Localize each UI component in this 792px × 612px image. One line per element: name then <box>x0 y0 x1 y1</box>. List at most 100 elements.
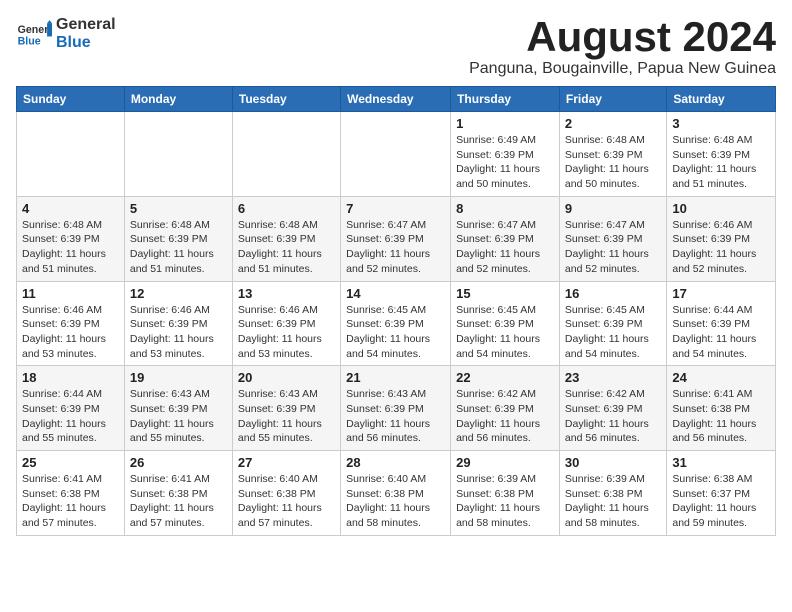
day-info: Sunrise: 6:43 AMSunset: 6:39 PMDaylight:… <box>238 387 335 446</box>
day-info: Sunrise: 6:48 AMSunset: 6:39 PMDaylight:… <box>22 218 119 277</box>
day-number: 10 <box>672 201 770 216</box>
day-info: Sunrise: 6:40 AMSunset: 6:38 PMDaylight:… <box>238 472 335 531</box>
day-number: 26 <box>130 455 227 470</box>
calendar-week-row: 25 Sunrise: 6:41 AMSunset: 6:38 PMDayligh… <box>17 451 776 536</box>
calendar-header-row: SundayMondayTuesdayWednesdayThursdayFrid… <box>17 87 776 112</box>
calendar-cell: 31 Sunrise: 6:38 AMSunset: 6:37 PMDayligh… <box>667 451 776 536</box>
day-header-monday: Monday <box>124 87 232 112</box>
calendar-cell: 27Sunrise: 6:40 AMSunset: 6:38 PMDayligh… <box>232 451 340 536</box>
calendar-cell: 1 Sunrise: 6:49 AMSunset: 6:39 PMDaylight… <box>451 112 560 197</box>
day-info: Sunrise: 6:49 AMSunset: 6:39 PMDaylight:… <box>456 133 554 192</box>
day-number: 23 <box>565 370 661 385</box>
day-info: Sunrise: 6:44 AMSunset: 6:39 PMDaylight:… <box>22 387 119 446</box>
calendar-cell: 28 Sunrise: 6:40 AMSunset: 6:38 PMDayligh… <box>341 451 451 536</box>
day-number: 6 <box>238 201 335 216</box>
calendar-cell: 7 Sunrise: 6:47 AMSunset: 6:39 PMDaylight… <box>341 196 451 281</box>
location: Panguna, Bougainville, Papua New Guinea <box>469 60 776 78</box>
calendar-cell: 10 Sunrise: 6:46 AMSunset: 6:39 PMDayligh… <box>667 196 776 281</box>
day-header-wednesday: Wednesday <box>341 87 451 112</box>
day-info: Sunrise: 6:46 AMSunset: 6:39 PMDaylight:… <box>130 303 227 362</box>
day-number: 13 <box>238 286 335 301</box>
logo-icon: General Blue <box>16 20 52 48</box>
day-number: 2 <box>565 116 661 131</box>
calendar-cell: 16 Sunrise: 6:45 AMSunset: 6:39 PMDayligh… <box>559 281 666 366</box>
day-number: 29 <box>456 455 554 470</box>
calendar-cell <box>341 112 451 197</box>
day-info: Sunrise: 6:38 AMSunset: 6:37 PMDaylight:… <box>672 472 770 531</box>
day-number: 24 <box>672 370 770 385</box>
day-number: 30 <box>565 455 661 470</box>
calendar-cell: 14Sunrise: 6:45 AMSunset: 6:39 PMDayligh… <box>341 281 451 366</box>
day-number: 5 <box>130 201 227 216</box>
day-info: Sunrise: 6:41 AMSunset: 6:38 PMDaylight:… <box>672 387 770 446</box>
day-info: Sunrise: 6:47 AMSunset: 6:39 PMDaylight:… <box>565 218 661 277</box>
calendar-cell: 3 Sunrise: 6:48 AMSunset: 6:39 PMDaylight… <box>667 112 776 197</box>
calendar-cell: 24 Sunrise: 6:41 AMSunset: 6:38 PMDayligh… <box>667 366 776 451</box>
calendar-table: SundayMondayTuesdayWednesdayThursdayFrid… <box>16 86 776 536</box>
day-info: Sunrise: 6:39 AMSunset: 6:38 PMDaylight:… <box>456 472 554 531</box>
day-info: Sunrise: 6:45 AMSunset: 6:39 PMDaylight:… <box>565 303 661 362</box>
calendar-week-row: 11 Sunrise: 6:46 AMSunset: 6:39 PMDayligh… <box>17 281 776 366</box>
calendar-cell: 13 Sunrise: 6:46 AMSunset: 6:39 PMDayligh… <box>232 281 340 366</box>
day-info: Sunrise: 6:44 AMSunset: 6:39 PMDaylight:… <box>672 303 770 362</box>
day-info: Sunrise: 6:39 AMSunset: 6:38 PMDaylight:… <box>565 472 661 531</box>
calendar-cell: 22Sunrise: 6:42 AMSunset: 6:39 PMDayligh… <box>451 366 560 451</box>
calendar-cell <box>124 112 232 197</box>
day-info: Sunrise: 6:47 AMSunset: 6:39 PMDaylight:… <box>456 218 554 277</box>
day-info: Sunrise: 6:43 AMSunset: 6:39 PMDaylight:… <box>130 387 227 446</box>
day-number: 11 <box>22 286 119 301</box>
day-number: 9 <box>565 201 661 216</box>
calendar-cell: 9 Sunrise: 6:47 AMSunset: 6:39 PMDaylight… <box>559 196 666 281</box>
calendar-cell: 11Sunrise: 6:46 AMSunset: 6:39 PMDayligh… <box>17 281 125 366</box>
svg-text:General: General <box>18 24 52 36</box>
day-number: 31 <box>672 455 770 470</box>
day-number: 7 <box>346 201 445 216</box>
day-number: 28 <box>346 455 445 470</box>
day-info: Sunrise: 6:45 AMSunset: 6:39 PMDaylight:… <box>346 303 445 362</box>
calendar-week-row: 1 Sunrise: 6:49 AMSunset: 6:39 PMDaylight… <box>17 112 776 197</box>
day-number: 12 <box>130 286 227 301</box>
calendar-cell: 15Sunrise: 6:45 AMSunset: 6:39 PMDayligh… <box>451 281 560 366</box>
day-info: Sunrise: 6:48 AMSunset: 6:39 PMDaylight:… <box>672 133 770 192</box>
day-info: Sunrise: 6:47 AMSunset: 6:39 PMDaylight:… <box>346 218 445 277</box>
calendar-cell: 5 Sunrise: 6:48 AMSunset: 6:39 PMDaylight… <box>124 196 232 281</box>
day-info: Sunrise: 6:41 AMSunset: 6:38 PMDaylight:… <box>22 472 119 531</box>
day-number: 20 <box>238 370 335 385</box>
calendar-cell: 23Sunrise: 6:42 AMSunset: 6:39 PMDayligh… <box>559 366 666 451</box>
calendar-week-row: 18 Sunrise: 6:44 AMSunset: 6:39 PMDayligh… <box>17 366 776 451</box>
day-info: Sunrise: 6:40 AMSunset: 6:38 PMDaylight:… <box>346 472 445 531</box>
svg-text:Blue: Blue <box>18 35 41 47</box>
header: General Blue General Blue August 2024 Pa… <box>16 16 776 78</box>
calendar-cell: 6Sunrise: 6:48 AMSunset: 6:39 PMDaylight… <box>232 196 340 281</box>
calendar-cell: 19 Sunrise: 6:43 AMSunset: 6:39 PMDayligh… <box>124 366 232 451</box>
day-header-tuesday: Tuesday <box>232 87 340 112</box>
calendar-cell <box>17 112 125 197</box>
day-info: Sunrise: 6:46 AMSunset: 6:39 PMDaylight:… <box>238 303 335 362</box>
day-info: Sunrise: 6:48 AMSunset: 6:39 PMDaylight:… <box>565 133 661 192</box>
day-info: Sunrise: 6:48 AMSunset: 6:39 PMDaylight:… <box>130 218 227 277</box>
month-year: August 2024 <box>469 16 776 58</box>
calendar-week-row: 4Sunrise: 6:48 AMSunset: 6:39 PMDaylight… <box>17 196 776 281</box>
day-number: 19 <box>130 370 227 385</box>
calendar-cell: 30 Sunrise: 6:39 AMSunset: 6:38 PMDayligh… <box>559 451 666 536</box>
day-header-sunday: Sunday <box>17 87 125 112</box>
day-header-friday: Friday <box>559 87 666 112</box>
logo: General Blue General Blue <box>16 16 116 51</box>
calendar-cell: 4Sunrise: 6:48 AMSunset: 6:39 PMDaylight… <box>17 196 125 281</box>
day-number: 1 <box>456 116 554 131</box>
logo-general: General <box>56 16 116 34</box>
day-info: Sunrise: 6:45 AMSunset: 6:39 PMDaylight:… <box>456 303 554 362</box>
day-number: 25 <box>22 455 119 470</box>
day-number: 22 <box>456 370 554 385</box>
calendar-cell <box>232 112 340 197</box>
calendar-cell: 17Sunrise: 6:44 AMSunset: 6:39 PMDayligh… <box>667 281 776 366</box>
day-info: Sunrise: 6:46 AMSunset: 6:39 PMDaylight:… <box>672 218 770 277</box>
day-header-thursday: Thursday <box>451 87 560 112</box>
day-number: 18 <box>22 370 119 385</box>
calendar-cell: 29 Sunrise: 6:39 AMSunset: 6:38 PMDayligh… <box>451 451 560 536</box>
day-number: 16 <box>565 286 661 301</box>
day-number: 8 <box>456 201 554 216</box>
logo-blue: Blue <box>56 34 116 52</box>
day-number: 3 <box>672 116 770 131</box>
calendar-cell: 21Sunrise: 6:43 AMSunset: 6:39 PMDayligh… <box>341 366 451 451</box>
